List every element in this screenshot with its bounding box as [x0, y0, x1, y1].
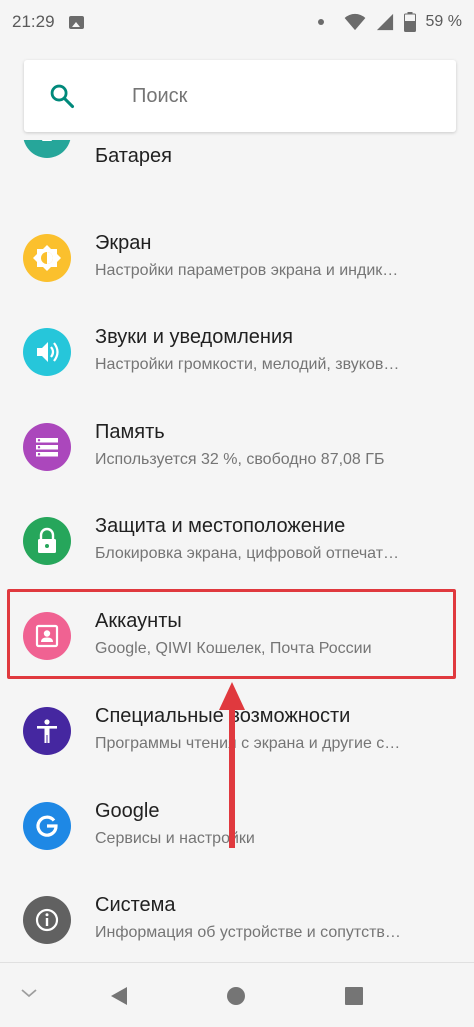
settings-item-title: Защита и местоположение — [95, 515, 346, 537]
google-icon — [23, 802, 71, 850]
settings-item-title: Аккаунты — [95, 610, 182, 632]
settings-item-accounts[interactable]: Аккаунты Google, QIWI Кошелек, Почта Рос… — [0, 590, 474, 684]
search-bar[interactable]: Поиск — [24, 60, 456, 132]
settings-item-subtitle: Блокировка экрана, цифровой отпечат… — [95, 545, 400, 562]
arrow-up-icon — [219, 682, 245, 848]
storage-icon — [23, 423, 71, 471]
settings-item-security[interactable]: Защита и местоположение Блокировка экран… — [0, 495, 474, 589]
accessibility-icon — [23, 707, 71, 755]
settings-item-storage[interactable]: Память Используется 32 %, свободно 87,08… — [0, 401, 474, 495]
settings-item-subtitle: Программы чтения с экрана и другие с… — [95, 735, 401, 752]
settings-item-subtitle: Сервисы и настройки — [95, 830, 255, 847]
settings-item-subtitle: Используется 32 %, свободно 87,08 ГБ — [95, 451, 385, 468]
volume-icon — [23, 328, 71, 376]
settings-item-title: Память — [95, 421, 165, 443]
search-icon — [50, 84, 75, 109]
settings-item-subtitle: Настройки параметров экрана и индик… — [95, 262, 399, 279]
wifi-icon — [344, 13, 365, 31]
status-icons: 59 % — [317, 12, 462, 32]
info-icon — [23, 896, 71, 944]
settings-item-title: Экран — [95, 232, 152, 254]
recents-button[interactable] — [343, 985, 365, 1007]
settings-item-title: Google — [95, 800, 160, 822]
settings-item-title: Система — [95, 894, 176, 916]
settings-item-subtitle: Информация об устройстве и сопутств… — [95, 924, 401, 941]
settings-item-battery[interactable]: Батарея — [0, 140, 474, 218]
settings-item-title: Звуки и уведомления — [95, 326, 293, 348]
image-notification-icon — [68, 15, 84, 29]
notification-dot-icon — [317, 19, 324, 25]
signal-icon — [376, 13, 393, 31]
settings-item-sound[interactable]: Звуки и уведомления Настройки громкости,… — [0, 306, 474, 400]
battery-status-icon — [403, 12, 416, 32]
account-icon — [23, 612, 71, 660]
settings-item-display[interactable]: Экран Настройки параметров экрана и инди… — [0, 212, 474, 306]
back-button[interactable] — [108, 985, 130, 1007]
lock-icon — [23, 517, 71, 565]
status-bar: 21:29 59 % — [0, 0, 474, 44]
settings-item-subtitle: Google, QIWI Кошелек, Почта России — [95, 640, 372, 657]
navigation-bar — [0, 962, 474, 1027]
battery-icon — [23, 140, 71, 158]
chevron-down-icon[interactable] — [20, 987, 38, 999]
status-time: 21:29 — [12, 12, 55, 31]
settings-item-system[interactable]: Система Информация об устройстве и сопут… — [0, 874, 474, 962]
search-placeholder: Поиск — [132, 84, 188, 107]
battery-percent: 59 % — [425, 13, 462, 30]
home-button[interactable] — [225, 985, 247, 1007]
brightness-icon — [23, 234, 71, 282]
settings-item-subtitle: Настройки громкости, мелодий, звуков… — [95, 356, 400, 373]
settings-item-title: Батарея — [95, 145, 172, 167]
